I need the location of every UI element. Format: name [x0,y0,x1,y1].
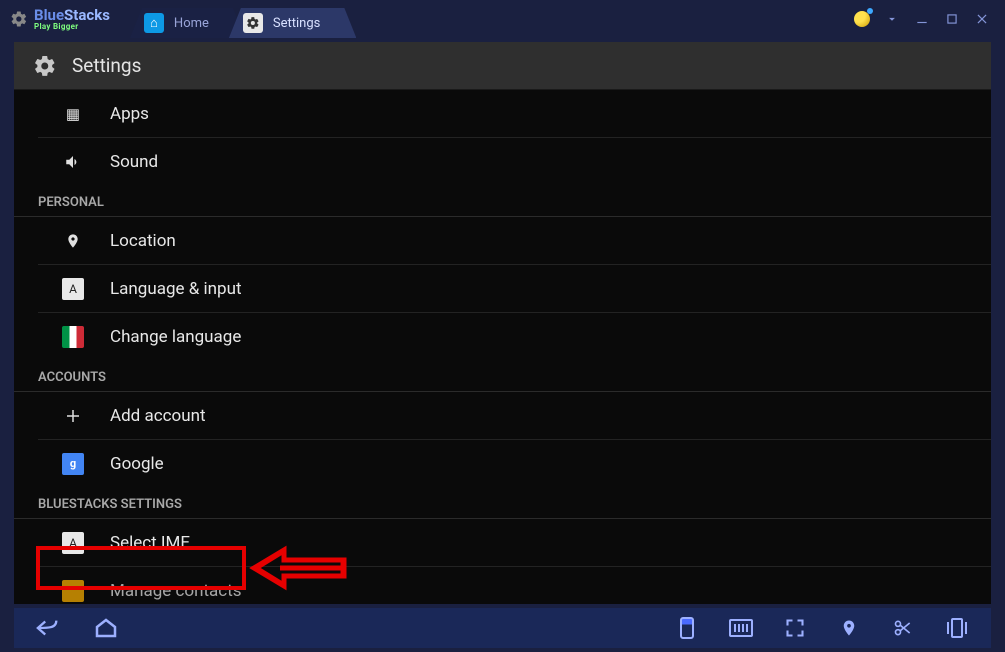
apps-icon: ▦ [62,103,84,125]
setting-label: Apps [110,104,149,124]
tab-label: Settings [273,16,320,31]
setting-label: Change language [110,327,241,347]
settings-header: Settings [14,42,991,90]
tab-strip: ⌂ Home Settings [130,0,340,38]
settings-list[interactable]: ▦ Apps Sound PERSONAL Location A Languag… [14,90,991,604]
setting-select-ime[interactable]: A Select IME [14,519,991,566]
google-icon: g [62,453,84,475]
setting-location[interactable]: Location [14,217,991,264]
flag-icon [62,326,84,348]
close-button[interactable] [973,10,991,28]
setting-label: Language & input [110,279,242,299]
setting-label: Location [110,231,176,251]
logo-tagline: Play Bigger [34,23,110,31]
rotate-icon[interactable] [675,616,699,640]
setting-apps[interactable]: ▦ Apps [14,90,991,137]
scissors-icon[interactable] [891,616,915,640]
setting-add-account[interactable]: Add account [14,392,991,439]
setting-manage-contacts[interactable]: Manage contacts [14,567,991,604]
setting-sound[interactable]: Sound [14,138,991,185]
keyboard-icon: A [62,532,84,554]
setting-google[interactable]: g Google [14,440,991,487]
setting-label: Sound [110,152,158,172]
setting-label: Manage contacts [110,581,242,601]
logo: BlueStacks Play Bigger [34,6,110,33]
app-gear-icon [10,10,28,28]
chevron-down-icon[interactable] [883,10,901,28]
keyboard-toggle-icon[interactable] [729,616,753,640]
minimize-button[interactable] [913,10,931,28]
gear-icon [32,53,58,79]
setting-label: Add account [110,406,206,426]
section-header-personal: PERSONAL [14,185,991,217]
settings-icon [243,13,263,33]
keyboard-icon: A [62,278,84,300]
setting-language-input[interactable]: A Language & input [14,265,991,312]
contacts-icon [62,580,84,602]
logo-brand: BlueStacks [34,8,110,23]
page-title: Settings [72,54,141,77]
account-icon[interactable] [853,10,871,28]
bottom-nav [14,608,991,648]
tab-label: Home [174,16,209,31]
section-header-bluestacks: BLUESTACKS SETTINGS [14,487,991,519]
home-icon: ⌂ [144,13,164,33]
location-icon [62,230,84,252]
tab-settings[interactable]: Settings [229,8,356,38]
plus-icon [62,405,84,427]
sound-icon [62,151,84,173]
location-icon[interactable] [837,616,861,640]
setting-label: Select IME [110,533,190,553]
back-button[interactable] [36,616,60,640]
tab-home[interactable]: ⌂ Home [130,8,245,38]
window-controls [853,10,999,28]
section-header-accounts: ACCOUNTS [14,360,991,392]
shake-icon[interactable] [945,616,969,640]
setting-label: Google [110,454,164,474]
fullscreen-icon[interactable] [783,616,807,640]
home-button[interactable] [94,616,118,640]
titlebar: BlueStacks Play Bigger ⌂ Home Settings [0,0,1005,38]
content-frame: Settings ▦ Apps Sound PERSONAL Location … [14,42,991,604]
maximize-button[interactable] [943,10,961,28]
setting-change-language[interactable]: Change language [14,313,991,360]
